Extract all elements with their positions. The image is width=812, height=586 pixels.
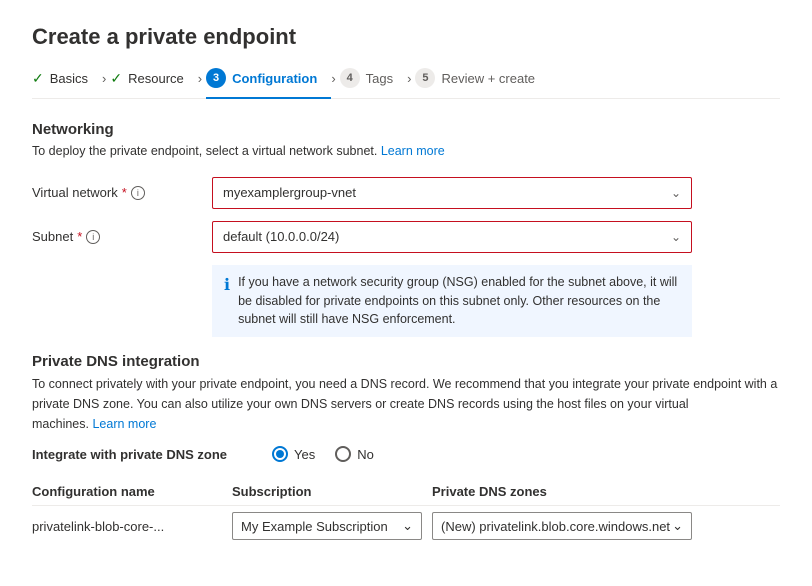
vnet-value: myexamplergroup-vnet <box>223 185 356 200</box>
nsg-info-text: If you have a network security group (NS… <box>238 273 680 329</box>
dns-col2-header: Subscription <box>232 478 432 506</box>
radio-yes[interactable]: Yes <box>272 446 315 462</box>
step-basics[interactable]: ✓ Basics <box>32 70 102 97</box>
vnet-chevron-icon: ⌄ <box>671 186 681 200</box>
radio-yes-inner <box>276 450 284 458</box>
step-configuration[interactable]: 3 Configuration <box>206 68 331 98</box>
dns-title: Private DNS integration <box>32 353 780 370</box>
step-num-review: 5 <box>415 68 435 88</box>
subnet-chevron-icon: ⌄ <box>671 230 681 244</box>
step-review[interactable]: 5 Review + create <box>415 68 549 98</box>
page-title: Create a private endpoint <box>32 24 780 50</box>
step-configuration-label: Configuration <box>232 71 317 86</box>
step-basics-label: Basics <box>50 71 88 86</box>
step-sep-1: › <box>102 71 110 96</box>
subnet-value: default (10.0.0.0/24) <box>223 229 339 244</box>
subscription-dropdown[interactable]: My Example Subscription ⌄ <box>232 512 422 540</box>
networking-title: Networking <box>32 121 780 138</box>
step-sep-3: › <box>331 71 339 96</box>
dns-radio-row: Integrate with private DNS zone Yes No <box>32 446 780 462</box>
wizard-steps: ✓ Basics › ✓ Resource › 3 Configuration … <box>32 68 780 99</box>
step-tags[interactable]: 4 Tags <box>340 68 407 98</box>
integrate-label: Integrate with private DNS zone <box>32 447 252 462</box>
step-resource-label: Resource <box>128 71 184 86</box>
step-sep-2: › <box>198 71 206 96</box>
subscription-chevron-icon: ⌄ <box>402 518 413 534</box>
subnet-dropdown[interactable]: default (10.0.0.0/24) ⌄ <box>212 221 692 253</box>
dns-zone-cell: (New) privatelink.blob.core.windows.net … <box>432 506 780 547</box>
networking-learn-more[interactable]: Learn more <box>381 144 445 158</box>
step-num-configuration: 3 <box>206 68 226 88</box>
virtual-network-dropdown[interactable]: myexamplergroup-vnet ⌄ <box>212 177 692 209</box>
radio-no[interactable]: No <box>335 446 374 462</box>
check-icon-basics: ✓ <box>32 70 44 87</box>
vnet-required: * <box>122 185 127 200</box>
virtual-network-label: Virtual network * i <box>32 185 212 200</box>
step-resource[interactable]: ✓ Resource <box>110 70 197 97</box>
dns-zone-chevron-icon: ⌄ <box>672 518 683 534</box>
dns-zone-dropdown[interactable]: (New) privatelink.blob.core.windows.net … <box>432 512 692 540</box>
radio-yes-label: Yes <box>294 447 315 462</box>
vnet-info-icon[interactable]: i <box>131 186 145 200</box>
step-tags-label: Tags <box>366 71 393 86</box>
dns-learn-more[interactable]: Learn more <box>92 417 156 431</box>
step-num-tags: 4 <box>340 68 360 88</box>
radio-yes-outer <box>272 446 288 462</box>
dns-zone-value: (New) privatelink.blob.core.windows.net <box>441 519 670 534</box>
subscription-value: My Example Subscription <box>241 519 388 534</box>
networking-desc: To deploy the private endpoint, select a… <box>32 142 780 161</box>
radio-no-label: No <box>357 447 374 462</box>
dns-table: Configuration name Subscription Private … <box>32 478 780 546</box>
nsg-info-box: ℹ If you have a network security group (… <box>212 265 692 337</box>
dns-config-name: privatelink-blob-core-... <box>32 506 232 547</box>
info-circle-icon: ℹ <box>224 274 230 329</box>
virtual-network-row: Virtual network * i myexamplergroup-vnet… <box>32 177 780 209</box>
dns-desc: To connect privately with your private e… <box>32 374 780 434</box>
dns-col3-header: Private DNS zones <box>432 478 780 506</box>
step-review-label: Review + create <box>441 71 535 86</box>
check-icon-resource: ✓ <box>110 70 122 87</box>
subnet-label: Subnet * i <box>32 229 212 244</box>
subnet-info-icon[interactable]: i <box>86 230 100 244</box>
radio-no-outer <box>335 446 351 462</box>
table-row: privatelink-blob-core-... My Example Sub… <box>32 506 780 547</box>
step-sep-4: › <box>407 71 415 96</box>
subnet-required: * <box>77 229 82 244</box>
dns-subscription-cell: My Example Subscription ⌄ <box>232 506 432 547</box>
subnet-row: Subnet * i default (10.0.0.0/24) ⌄ <box>32 221 780 253</box>
dns-col1-header: Configuration name <box>32 478 232 506</box>
dns-section: Private DNS integration To connect priva… <box>32 353 780 546</box>
